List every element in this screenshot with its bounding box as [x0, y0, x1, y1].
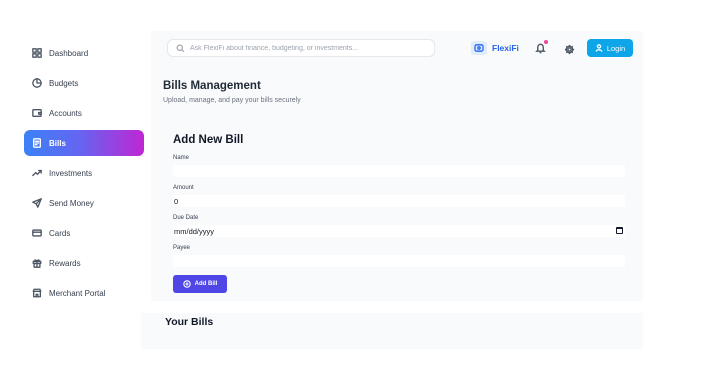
sidebar-item-label: Bills — [49, 138, 66, 148]
search-icon — [176, 44, 185, 52]
notification-dot — [544, 40, 548, 44]
trending-up-icon — [32, 168, 42, 178]
notifications-button[interactable] — [535, 40, 548, 54]
add-bill-button[interactable]: Add Bill — [173, 275, 227, 293]
payee-label: Payee — [173, 245, 191, 251]
name-field[interactable] — [173, 165, 625, 177]
sidebar-item-label: Investments — [49, 168, 93, 178]
sidebar-item-send-money[interactable]: Send Money — [24, 190, 144, 216]
form-title: Add New Bill — [173, 134, 244, 146]
add-bill-label: Add Bill — [194, 281, 218, 287]
receipt-icon — [32, 138, 42, 148]
page-subtitle: Upload, manage, and pay your bills secur… — [163, 97, 301, 104]
sidebar-item-dashboard[interactable]: Dashboard — [24, 40, 144, 66]
brand-name: FlexiFi — [492, 43, 519, 53]
pie-chart-icon — [32, 78, 42, 88]
calendar-icon[interactable] — [616, 227, 623, 234]
sidebar-item-label: Merchant Portal — [49, 288, 106, 298]
wallet-icon — [32, 108, 42, 118]
wallet-logo-icon — [471, 41, 487, 55]
send-icon — [32, 198, 42, 208]
search-bar[interactable] — [167, 39, 435, 57]
payee-field[interactable] — [173, 255, 625, 267]
add-bill-form: Add New Bill Name Amount 0 Due Date mm/d… — [161, 119, 635, 295]
sidebar-item-label: Send Money — [49, 198, 94, 208]
due-date-label: Due Date — [173, 215, 199, 221]
amount-label: Amount — [173, 185, 194, 191]
brand[interactable]: FlexiFi — [471, 39, 519, 57]
login-label: Login — [606, 43, 626, 53]
your-bills-title: Your Bills — [165, 316, 214, 328]
sidebar-item-bills[interactable]: Bills — [24, 130, 144, 156]
amount-field[interactable]: 0 — [173, 195, 625, 207]
sidebar-item-label: Rewards — [49, 258, 81, 268]
settings-button[interactable] — [564, 42, 575, 55]
due-date-field[interactable]: mm/dd/yyyy — [173, 225, 625, 237]
user-icon — [595, 44, 603, 52]
plus-circle-icon — [182, 280, 191, 288]
sidebar-item-label: Cards — [49, 228, 71, 238]
your-bills-section: Your Bills — [141, 313, 643, 349]
sidebar-item-label: Dashboard — [49, 48, 89, 58]
name-label: Name — [173, 155, 190, 161]
search-input[interactable] — [190, 44, 430, 52]
sidebar-item-cards[interactable]: Cards — [24, 220, 144, 246]
due-date-value: mm/dd/yyyy — [174, 226, 215, 236]
login-button[interactable]: Login — [587, 39, 633, 57]
gift-icon — [32, 258, 42, 268]
main-panel: FlexiFi Login Bills Management Upload, m… — [151, 31, 643, 301]
sidebar-item-merchant-portal[interactable]: Merchant Portal — [24, 280, 144, 306]
store-icon — [32, 288, 42, 298]
sidebar-item-investments[interactable]: Investments — [24, 160, 144, 186]
sidebar-item-rewards[interactable]: Rewards — [24, 250, 144, 276]
sidebar-item-budgets[interactable]: Budgets — [24, 70, 144, 96]
sidebar-item-label: Accounts — [49, 108, 82, 118]
page-title: Bills Management — [163, 80, 261, 92]
sidebar-item-accounts[interactable]: Accounts — [24, 100, 144, 126]
sidebar: Dashboard Budgets Accounts Bills Investm… — [24, 40, 144, 310]
credit-card-icon — [32, 228, 42, 238]
sidebar-item-label: Budgets — [49, 78, 79, 88]
dashboard-grid-icon — [32, 48, 42, 58]
gear-icon — [564, 44, 575, 55]
